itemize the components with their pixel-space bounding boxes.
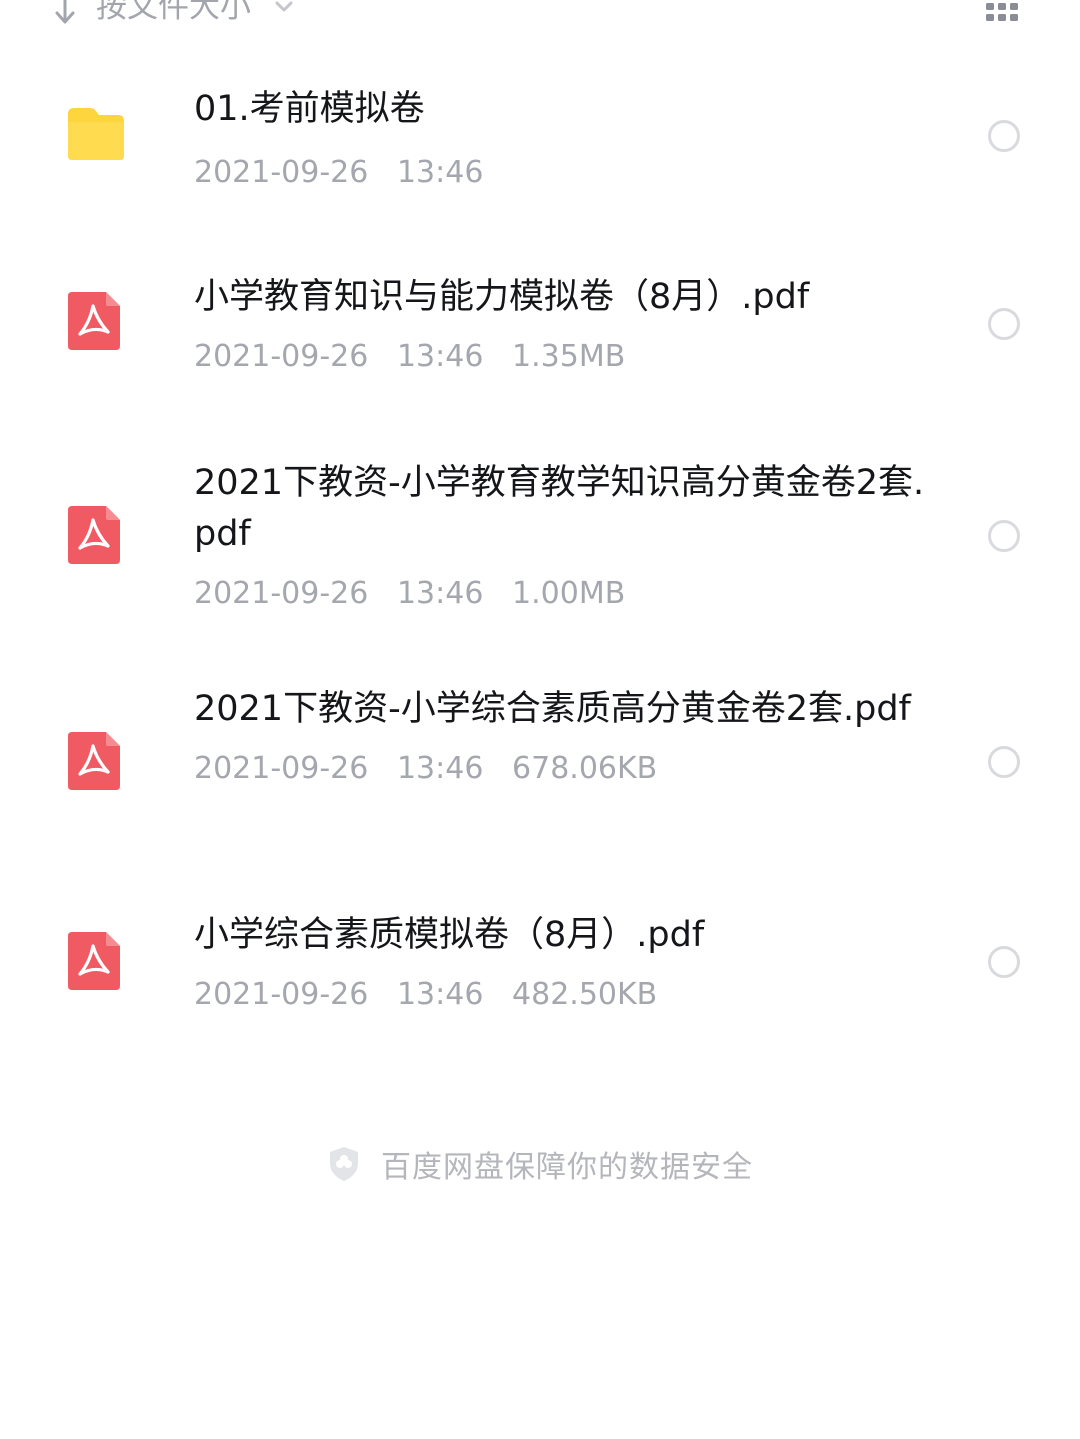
file-meta: 2021-09-26 13:46 1.00MB: [194, 576, 626, 611]
pdf-icon: [66, 930, 126, 990]
folder-icon: [66, 106, 126, 166]
security-note: 百度网盘保障你的数据安全: [0, 1142, 1080, 1186]
sort-label: 按文件大小: [96, 0, 251, 25]
file-item-pdf[interactable]: 2021下教资-小学教育教学知识高分黄金卷2套.pdf 2021-09-26 1…: [0, 458, 1080, 618]
pdf-icon: [66, 730, 126, 790]
arrow-down-icon: [52, 0, 78, 27]
file-meta: 2021-09-26 13:46 1.35MB: [194, 339, 626, 374]
shield-icon: [327, 1145, 361, 1183]
select-checkbox[interactable]: [988, 520, 1020, 552]
select-checkbox[interactable]: [988, 308, 1020, 340]
file-item-pdf[interactable]: 2021下教资-小学综合素质高分黄金卷2套.pdf 2021-09-26 13:…: [0, 684, 1080, 844]
file-item-pdf[interactable]: 小学教育知识与能力模拟卷（8月）.pdf 2021-09-26 13:46 1.…: [0, 272, 1080, 382]
file-name: 2021下教资-小学教育教学知识高分黄金卷2套.pdf: [194, 463, 925, 554]
select-checkbox[interactable]: [988, 946, 1020, 978]
file-meta: 2021-09-26 13:46: [194, 155, 484, 190]
file-meta: 2021-09-26 13:46 678.06KB: [194, 751, 658, 786]
file-name: 2021下教资-小学综合素质高分黄金卷2套.pdf: [194, 689, 911, 729]
select-checkbox[interactable]: [988, 120, 1020, 152]
sort-bar: 按文件大小: [0, 0, 1080, 40]
pdf-icon: [66, 504, 126, 564]
file-name: 小学教育知识与能力模拟卷（8月）.pdf: [194, 277, 810, 317]
file-item-folder[interactable]: 01.考前模拟卷 2021-09-26 13:46: [0, 84, 1080, 204]
select-checkbox[interactable]: [988, 746, 1020, 778]
file-name: 小学综合素质模拟卷（8月）.pdf: [194, 915, 705, 955]
file-meta: 2021-09-26 13:46 482.50KB: [194, 977, 658, 1012]
security-note-text: 百度网盘保障你的数据安全: [381, 1150, 753, 1185]
grid-view-icon[interactable]: [984, 0, 1024, 24]
chevron-down-icon: [273, 0, 295, 18]
sort-by-size-toggle[interactable]: 按文件大小: [52, 0, 295, 32]
file-item-pdf[interactable]: 小学综合素质模拟卷（8月）.pdf 2021-09-26 13:46 482.5…: [0, 910, 1080, 1020]
pdf-icon: [66, 290, 126, 350]
file-name: 01.考前模拟卷: [194, 89, 425, 129]
